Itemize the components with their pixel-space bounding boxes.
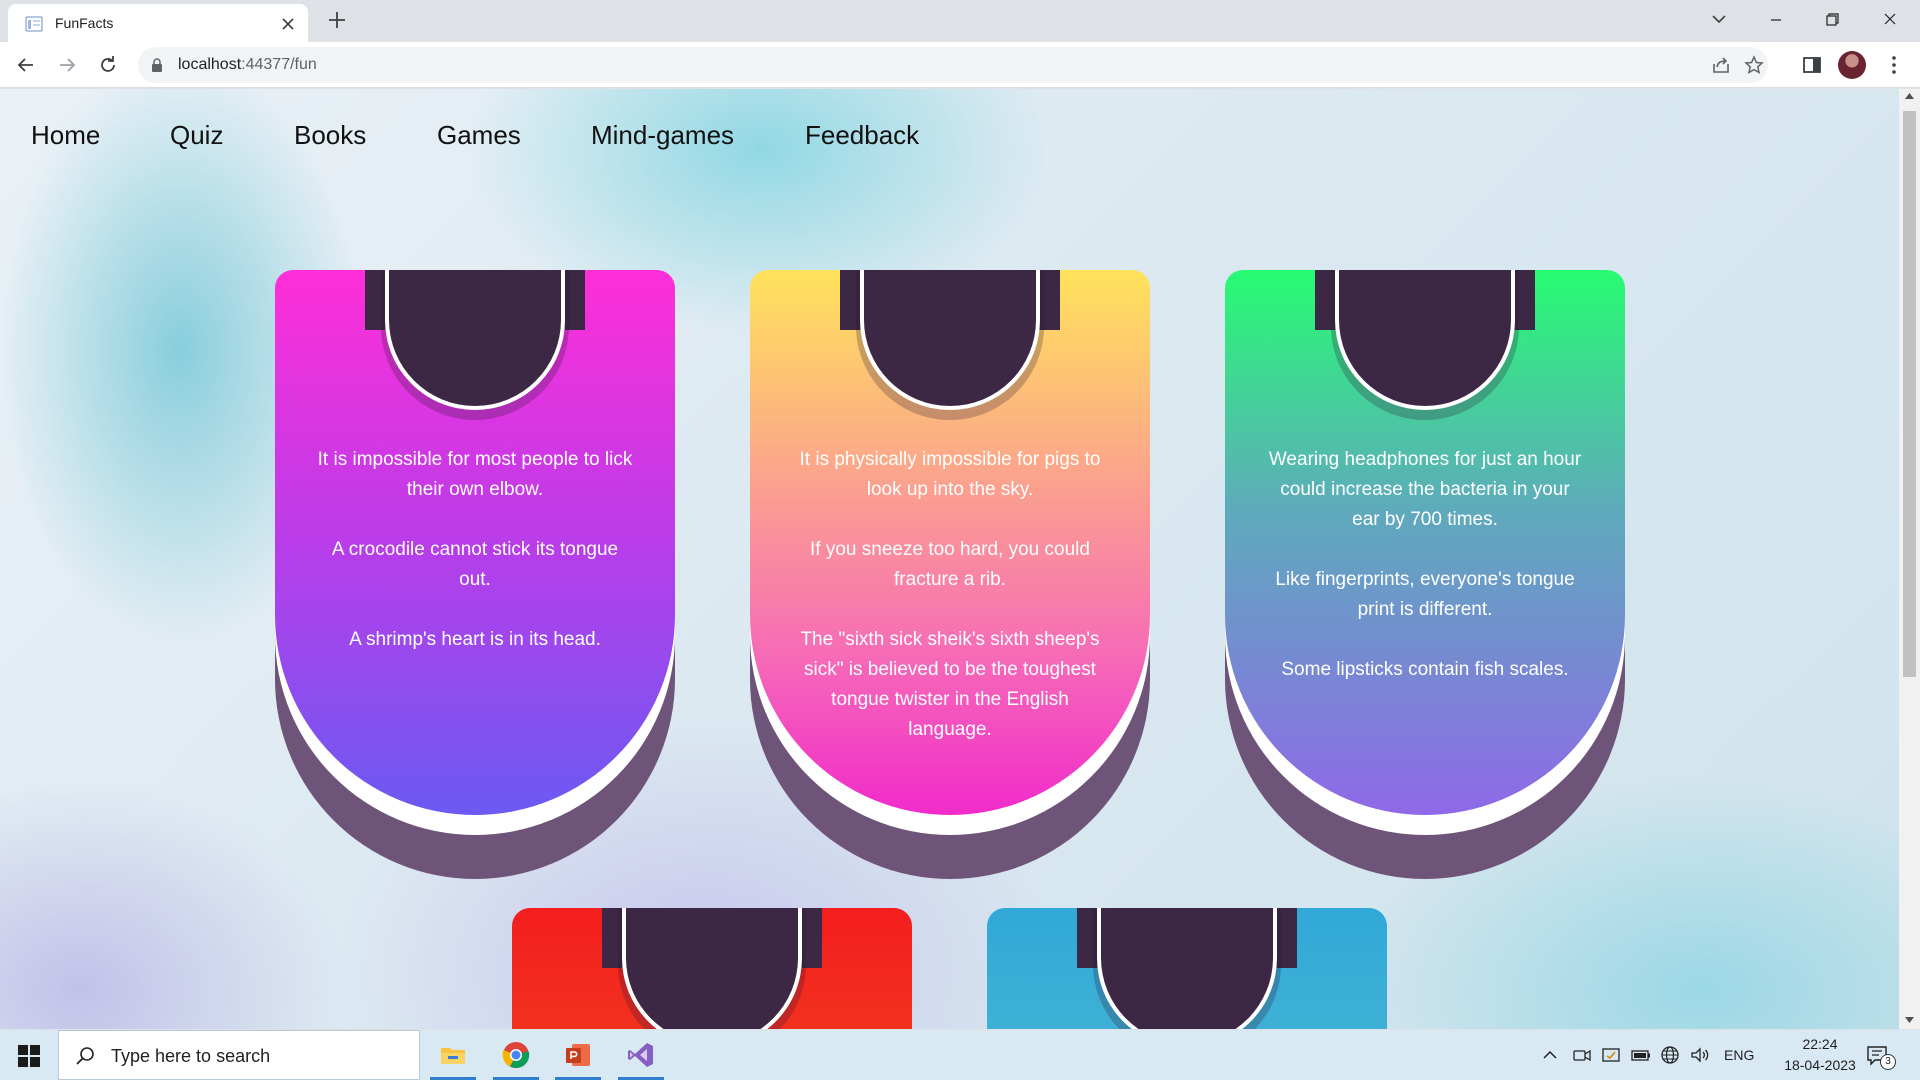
windows-taskbar: Type here to search ENG 22:24 18-04-2023… — [0, 1030, 1920, 1080]
taskbar-search-box[interactable]: Type here to search — [58, 1030, 420, 1080]
browser-toolbar: localhost:44377/fun — [0, 42, 1920, 88]
kebab-menu-icon[interactable] — [1882, 53, 1906, 77]
meet-now-icon[interactable] — [1572, 1045, 1592, 1065]
search-placeholder: Type here to search — [111, 1046, 271, 1066]
avatar[interactable] — [1838, 51, 1866, 79]
fact-text: It is impossible for most people to lick… — [317, 449, 633, 500]
notification-icon[interactable]: 3 — [1866, 1044, 1896, 1070]
address-bar[interactable]: localhost:44377/fun — [138, 47, 1768, 83]
fact-text: Some lipsticks contain fish scales. — [1281, 659, 1569, 680]
nav-link-mind-games[interactable]: Mind-games — [591, 120, 734, 151]
clock-date[interactable]: 18-04-2023 — [1766, 1057, 1874, 1073]
page-scrollbar[interactable] — [1899, 89, 1920, 1029]
card-facts: It is physically impossible for pigs to … — [790, 445, 1110, 775]
powerpoint-icon — [564, 1041, 592, 1069]
tab-favicon-icon — [25, 15, 43, 33]
fact-text: The "sixth sick sheik's sixth sheep's si… — [800, 629, 1100, 740]
reload-icon[interactable] — [96, 53, 120, 77]
speaker-icon[interactable] — [1690, 1045, 1710, 1065]
url-text: localhost:44377/fun — [178, 56, 317, 73]
scrollbar-thumb[interactable] — [1903, 111, 1916, 677]
scroll-down-icon[interactable] — [1905, 1017, 1914, 1023]
card-body — [512, 908, 912, 1029]
share-icon[interactable] — [1711, 55, 1731, 75]
nav-link-games[interactable]: Games — [437, 120, 521, 151]
windows-start-icon[interactable] — [18, 1045, 40, 1067]
browser-tab-strip: FunFacts — [0, 0, 1920, 42]
taskbar-app-powerpoint[interactable] — [549, 1030, 607, 1080]
maximize-icon[interactable] — [1818, 8, 1846, 32]
chrome-icon — [502, 1041, 530, 1069]
clock-time[interactable]: 22:24 — [1788, 1036, 1852, 1052]
file-explorer-icon — [439, 1041, 467, 1069]
scroll-up-icon[interactable] — [1905, 93, 1914, 99]
taskbar-app-file-explorer[interactable] — [424, 1030, 482, 1080]
star-icon[interactable] — [1744, 55, 1764, 75]
search-icon — [75, 1046, 95, 1066]
sidebar-icon[interactable] — [1800, 53, 1824, 77]
forward-arrow-icon[interactable] — [55, 53, 79, 77]
fact-text: A crocodile cannot stick its tongue out. — [331, 539, 619, 590]
browser-tab[interactable]: FunFacts — [8, 4, 308, 42]
fact-text: Wearing headphones for just an hour coul… — [1268, 449, 1582, 530]
card-notch — [626, 908, 798, 1029]
network-globe-icon[interactable] — [1660, 1045, 1680, 1065]
language-indicator[interactable]: ENG — [1724, 1047, 1754, 1063]
battery-icon[interactable] — [1631, 1045, 1651, 1065]
nav-link-feedback[interactable]: Feedback — [805, 120, 919, 151]
card-body: Wearing headphones for just an hour coul… — [1225, 270, 1625, 815]
taskbar-app-visual-studio[interactable] — [612, 1030, 670, 1080]
fact-text: A shrimp's heart is in its head. — [349, 629, 601, 650]
card-body: It is impossible for most people to lick… — [275, 270, 675, 815]
lock-icon[interactable] — [150, 58, 164, 72]
taskbar-app-chrome[interactable] — [487, 1030, 545, 1080]
close-icon[interactable] — [1876, 8, 1904, 32]
plus-icon[interactable] — [326, 9, 348, 31]
chevron-up-icon[interactable] — [1540, 1045, 1560, 1065]
card-notch — [1101, 908, 1273, 1029]
fact-text: If you sneeze too hard, you could fractu… — [810, 539, 1090, 590]
fact-text: Like fingerprints, everyone's tongue pri… — [1275, 569, 1575, 620]
fact-text: It is physically impossible for pigs to … — [799, 449, 1101, 500]
back-arrow-icon[interactable] — [14, 53, 38, 77]
nav-link-books[interactable]: Books — [294, 120, 366, 151]
tab-title: FunFacts — [55, 15, 114, 31]
card-facts: It is impossible for most people to lick… — [315, 445, 635, 685]
notification-badge: 3 — [1880, 1054, 1896, 1070]
page-viewport: Home Quiz Books Games Mind-games Feedbac… — [0, 89, 1899, 1029]
nav-link-home[interactable]: Home — [31, 120, 100, 151]
minimize-icon[interactable] — [1762, 8, 1790, 32]
visual-studio-icon — [627, 1041, 655, 1069]
close-icon[interactable] — [278, 14, 298, 34]
card-body — [987, 908, 1387, 1029]
nav-link-quiz[interactable]: Quiz — [170, 120, 223, 151]
card-body: It is physically impossible for pigs to … — [750, 270, 1150, 815]
chevron-down-icon[interactable] — [1708, 8, 1730, 30]
card-facts: Wearing headphones for just an hour coul… — [1265, 445, 1585, 715]
security-icon[interactable] — [1601, 1045, 1621, 1065]
